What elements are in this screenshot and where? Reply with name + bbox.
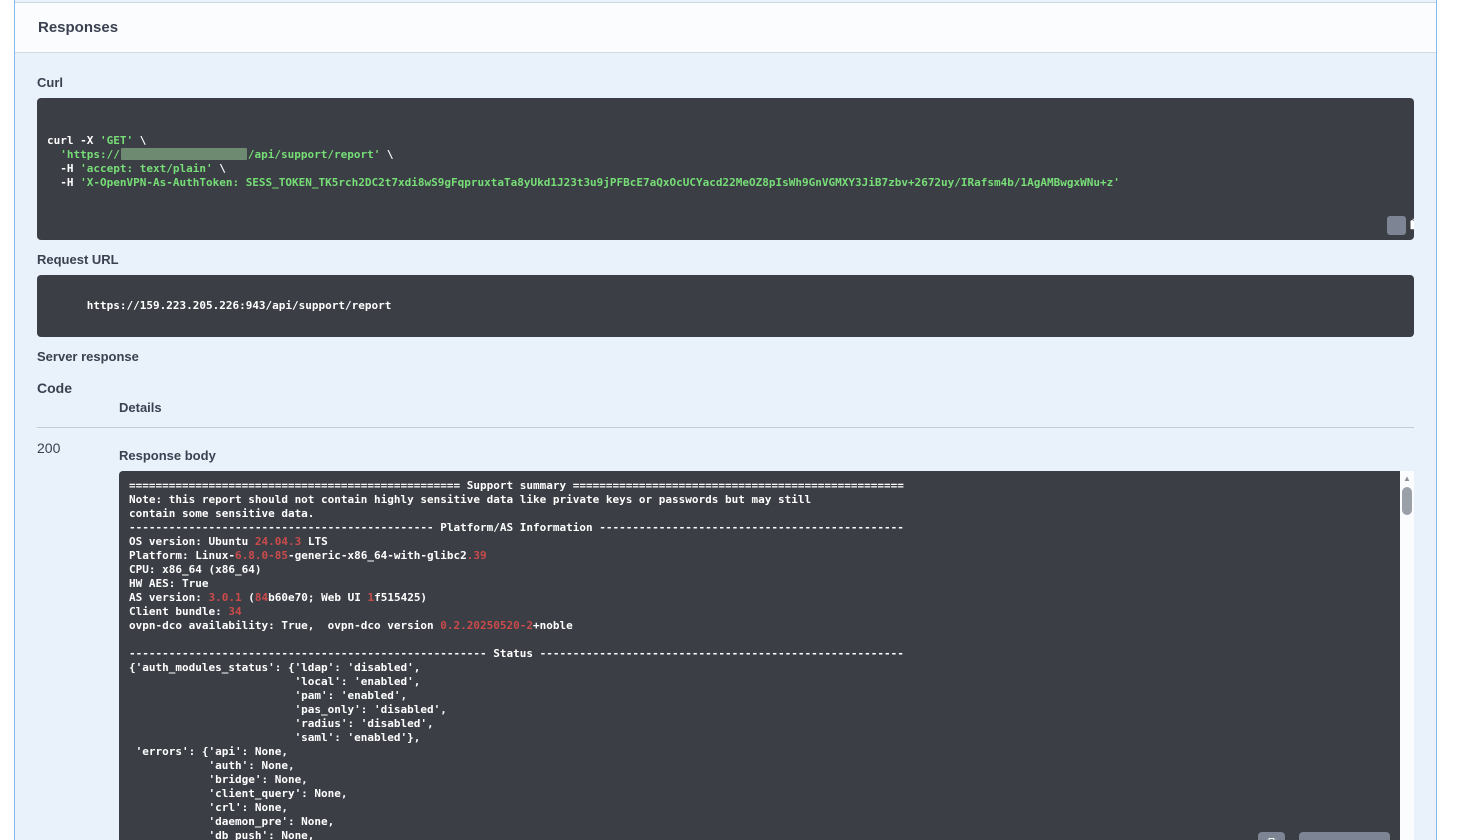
- curl-label: Curl: [37, 75, 1414, 90]
- clipboard-copy-icon: [1372, 203, 1414, 240]
- code-line: ----------------------------------------…: [129, 521, 1390, 535]
- details-column-header: Details: [119, 380, 1414, 415]
- response-row-200: 200 Response body ======================…: [37, 428, 1414, 840]
- curl-command-block: curl -X 'GET' \ 'https:///api/support/re…: [37, 98, 1414, 240]
- copy-response-button[interactable]: [1258, 832, 1285, 840]
- response-body-label: Response body: [119, 448, 1414, 463]
- code-column-header: Code: [37, 380, 119, 415]
- response-details: Response body ==========================…: [119, 428, 1414, 840]
- code-line: 'saml': 'enabled'},: [129, 731, 1390, 745]
- code-line: 'https:///api/support/report' \: [47, 148, 1374, 162]
- request-url-label: Request URL: [37, 252, 1414, 267]
- code-line: [129, 633, 1390, 647]
- code-line: -H 'X-OpenVPN-As-AuthToken: SESS_TOKEN_T…: [47, 176, 1374, 190]
- code-line: 'daemon_pre': None,: [129, 815, 1390, 829]
- code-line: curl -X 'GET' \: [47, 134, 1374, 148]
- server-response-label: Server response: [37, 349, 1414, 364]
- code-line: AS version: 3.0.1 (84b60e70; Web UI 1f51…: [129, 591, 1390, 605]
- code-line: 'pam': 'enabled',: [129, 689, 1390, 703]
- download-button[interactable]: Download: [1299, 832, 1390, 840]
- code-line: CPU: x86_64 (x86_64): [129, 563, 1390, 577]
- scroll-up-icon[interactable]: ▲: [1400, 473, 1414, 485]
- code-line: 'errors': {'api': None,: [129, 745, 1390, 759]
- clipboard-copy-icon: [1264, 837, 1279, 840]
- code-line: ========================================…: [129, 479, 1390, 493]
- code-line: Note: this report should not contain hig…: [129, 493, 1390, 507]
- responses-header: Responses: [15, 3, 1436, 53]
- code-line: 'crl': None,: [129, 801, 1390, 815]
- request-url-block: https://159.223.205.226:943/api/support/…: [37, 275, 1414, 337]
- code-line: -H 'accept: text/plain' \: [47, 162, 1374, 176]
- code-line: {'auth_modules_status': {'ldap': 'disabl…: [129, 661, 1390, 675]
- scrollbar-thumb[interactable]: [1402, 487, 1412, 515]
- responses-title: Responses: [38, 19, 1413, 36]
- request-url-value: https://159.223.205.226:943/api/support/…: [87, 299, 392, 312]
- code-line: 'bridge': None,: [129, 773, 1390, 787]
- code-line: 'db_push': None,: [129, 829, 1390, 840]
- code-line: 'radius': 'disabled',: [129, 717, 1390, 731]
- code-line: contain some sensitive data.: [129, 507, 1390, 521]
- responses-body: Curl curl -X 'GET' \ 'https:///api/suppo…: [15, 53, 1436, 840]
- response-body-actions: Download: [1258, 832, 1390, 840]
- code-line: 'local': 'enabled',: [129, 675, 1390, 689]
- code-line: ovpn-dco availability: True, ovpn-dco ve…: [129, 619, 1390, 633]
- responses-table-header: Code Details: [37, 380, 1414, 428]
- response-body-wrap: ========================================…: [119, 471, 1414, 840]
- code-line: ----------------------------------------…: [129, 647, 1390, 661]
- responses-section: Responses Curl curl -X 'GET' \ 'https://…: [14, 0, 1437, 840]
- code-line: 'client_query': None,: [129, 787, 1390, 801]
- code-line: OS version: Ubuntu 24.04.3 LTS: [129, 535, 1390, 549]
- response-body-text[interactable]: ========================================…: [119, 471, 1400, 840]
- response-body-scrollbar[interactable]: ▲ ▼: [1400, 471, 1414, 840]
- curl-command-text: curl -X 'GET' \ 'https:///api/support/re…: [47, 134, 1374, 190]
- redacted-host: [121, 148, 247, 160]
- code-line: HW AES: True: [129, 577, 1390, 591]
- code-line: 'auth': None,: [129, 759, 1390, 773]
- code-line: Platform: Linux-6.8.0-85-generic-x86_64-…: [129, 549, 1390, 563]
- code-line: Client bundle: 34: [129, 605, 1390, 619]
- status-code: 200: [37, 428, 119, 840]
- copy-curl-button[interactable]: [1387, 216, 1406, 235]
- code-line: 'pas_only': 'disabled',: [129, 703, 1390, 717]
